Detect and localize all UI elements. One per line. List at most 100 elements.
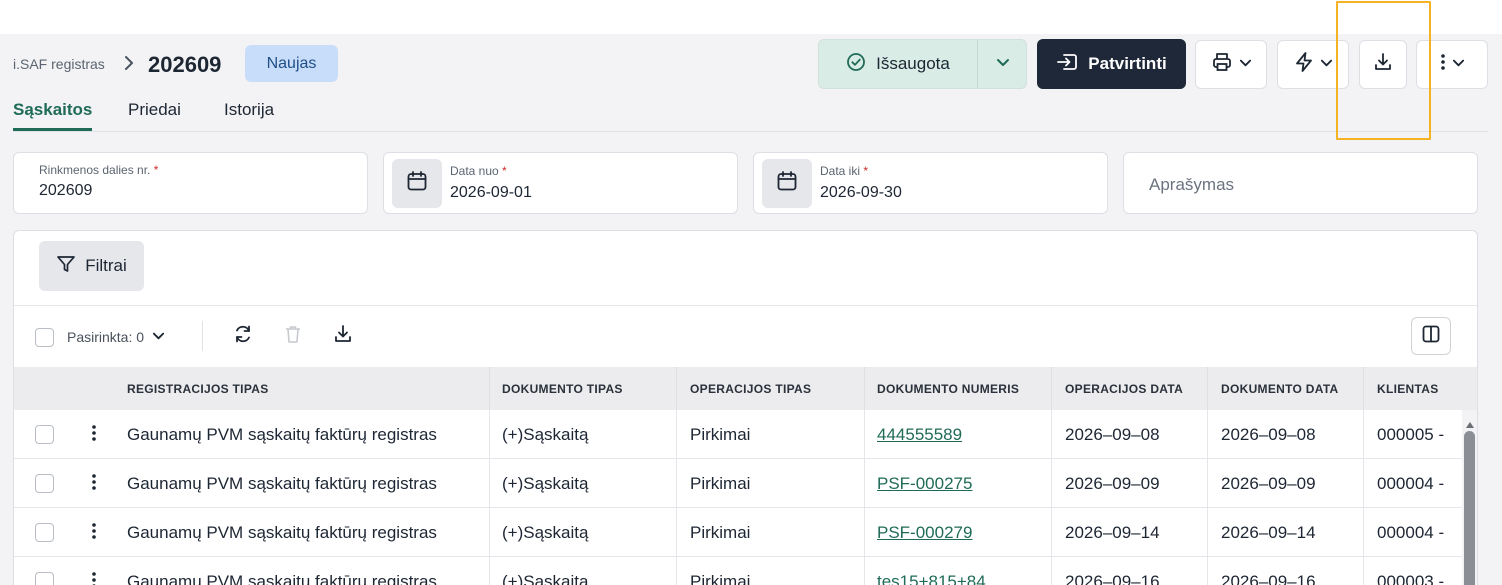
filters-button[interactable]: Filtrai [39,241,144,291]
print-button[interactable] [1195,40,1267,89]
cell-client: 000003 - [1377,571,1445,585]
chevron-down-icon [1239,56,1252,74]
date-from-field[interactable]: Data nuo * 2026-09-01 [383,152,738,214]
cell-document-type: (+)Sąskaitą [502,522,589,542]
document-number-link[interactable]: PSF-000275 [877,459,1049,508]
description-field[interactable]: Aprašymas [1123,152,1478,214]
download-icon [333,324,353,349]
date-to-field[interactable]: Data iki * 2026-09-30 [753,152,1108,214]
tab-invoices[interactable]: Sąskaitos [13,100,93,131]
table-scrollbar-thumb[interactable] [1464,431,1475,585]
column-header-operation-type[interactable]: OPERACIJOS TIPAS [690,367,811,410]
select-all-checkbox[interactable] [35,328,54,347]
cell-operation-type: Pirkimai [690,473,751,493]
selected-count-label: Pasirinkta: 0 [67,329,145,345]
column-separator [1363,367,1364,410]
column-gridline [489,410,490,585]
selected-count-dropdown[interactable]: Pasirinkta: 0 [67,329,165,345]
row-actions-button[interactable] [89,521,99,545]
column-gridline [676,410,677,585]
cell-document-date: 2026–09–08 [1221,424,1316,444]
date-from-label: Data nuo * [450,164,507,178]
toolbar-separator [202,321,203,351]
download-button[interactable] [1359,40,1407,89]
tab-attachments[interactable]: Priedai [128,100,181,128]
row-checkbox[interactable] [35,572,54,585]
chevron-down-icon [1452,56,1465,74]
filters-label: Filtrai [85,256,127,275]
column-header-document-number[interactable]: DOKUMENTO NUMERIS [877,367,1019,410]
row-actions-button[interactable] [89,472,99,496]
column-separator [864,367,865,410]
cell-document-type: (+)Sąskaitą [502,424,589,444]
part-number-field[interactable]: Rinkmenos dalies nr. * 202609 [13,152,368,214]
saved-dropdown-toggle[interactable] [978,40,1027,88]
breadcrumb-parent[interactable]: i.SAF registras [13,56,105,72]
column-header-registration-type[interactable]: REGISTRACIJOS TIPAS [127,367,269,410]
document-number-link[interactable]: PSF-000279 [877,508,1049,557]
table-header: REGISTRACIJOS TIPAS DOKUMENTO TIPAS OPER… [14,367,1477,410]
document-number-link[interactable]: 444555589 [877,410,1049,459]
cell-registration-type: Gaunamų PVM sąskaitų faktūrų registras [127,571,437,585]
confirm-button[interactable]: Patvirtinti [1037,39,1186,89]
more-vertical-icon [91,521,97,546]
cell-operation-date: 2026–09–08 [1065,424,1160,444]
date-from-calendar-button[interactable] [392,159,442,208]
cell-client: 000005 - [1377,424,1445,444]
document-number-link[interactable]: tes15+815+84 [877,557,1049,585]
column-header-operation-date[interactable]: OPERACIJOS DATA [1065,367,1183,410]
check-circle-icon [846,52,866,77]
calendar-icon [406,170,428,197]
table-row[interactable]: Gaunamų PVM sąskaitų faktūrų registras (… [14,508,1462,557]
cell-client: 000004 - [1377,522,1445,542]
column-gridline [864,410,865,585]
confirm-label: Patvirtinti [1088,54,1167,73]
column-gridline [1051,410,1052,585]
refresh-icon [233,324,253,349]
saved-status-button[interactable]: Išsaugota [818,39,1027,89]
saved-button-main[interactable]: Išsaugota [819,40,977,88]
cell-client: 000004 - [1377,473,1445,493]
row-actions-button[interactable] [89,570,99,585]
trash-icon [284,324,302,349]
column-header-client[interactable]: KLIENTAS [1377,367,1439,410]
table-row[interactable]: Gaunamų PVM sąskaitų faktūrų registras (… [14,410,1462,459]
row-checkbox[interactable] [35,474,54,493]
filter-icon [56,254,76,279]
table-row[interactable]: Gaunamų PVM sąskaitų faktūrų registras (… [14,459,1462,508]
tab-divider [13,131,1488,132]
column-separator [1207,367,1208,410]
more-vertical-icon [91,570,97,585]
column-header-document-date[interactable]: DOKUMENTO DATA [1221,367,1339,410]
column-separator [489,367,490,410]
quick-actions-button[interactable] [1277,40,1349,89]
status-badge: Naujas [245,45,338,82]
column-separator [1051,367,1052,410]
cell-operation-date: 2026–09–14 [1065,522,1160,542]
cell-document-date: 2026–09–16 [1221,571,1316,585]
row-checkbox[interactable] [35,523,54,542]
cell-document-type: (+)Sąskaitą [502,473,589,493]
row-checkbox[interactable] [35,425,54,444]
more-options-button[interactable] [1416,40,1488,89]
export-button[interactable] [331,324,355,348]
more-vertical-icon [91,423,97,448]
tab-history[interactable]: Istorija [224,100,274,128]
card-divider [14,305,1477,306]
top-strip [0,0,1502,34]
cell-operation-type: Pirkimai [690,522,751,542]
table-row[interactable]: Gaunamų PVM sąskaitų faktūrų registras (… [14,557,1462,585]
cell-document-type: (+)Sąskaitą [502,571,589,585]
columns-icon [1421,324,1441,349]
columns-toggle-button[interactable] [1411,317,1451,355]
cell-registration-type: Gaunamų PVM sąskaitų faktūrų registras [127,473,437,493]
chevron-down-icon [1320,56,1333,74]
delete-button[interactable] [281,324,305,348]
column-gridline [1363,410,1364,585]
refresh-button[interactable] [231,324,255,348]
chevron-down-icon [152,329,165,345]
date-to-calendar-button[interactable] [762,159,812,208]
row-actions-button[interactable] [89,423,99,447]
column-header-document-type[interactable]: DOKUMENTO TIPAS [502,367,623,410]
part-number-value: 202609 [39,182,93,199]
